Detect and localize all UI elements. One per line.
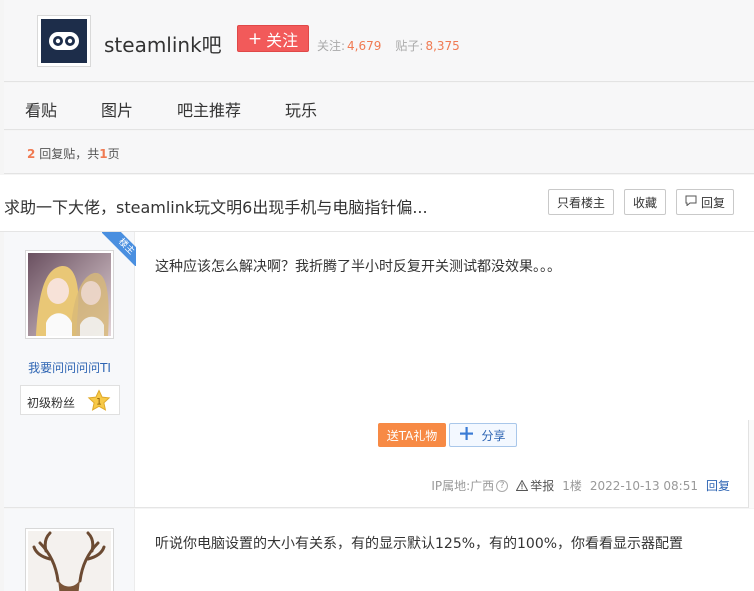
forum-logo[interactable] [37,15,91,67]
posts-count: 8,375 [425,39,460,53]
level-number: 1 [96,398,102,408]
post-author-panel [4,509,135,591]
report-link[interactable]: 举报 [516,477,554,494]
reply-count-bar: 2 回复贴，共1页 [4,131,754,174]
ip-location: IP属地:广西 [431,479,495,493]
share-plus-icon [460,427,474,443]
reply-button-label: 回复 [700,195,725,210]
op-badge: 楼主 [102,232,136,266]
help-icon[interactable]: ? [496,479,509,492]
avatar[interactable] [25,528,114,591]
posts-label: 贴子: [395,39,424,53]
post-meta: IP属地:广西? 举报 1楼 2022-10-13 08:51 回复 [431,477,730,494]
forum-stats: 关注: 4,679 贴子: 8,375 [317,37,460,54]
forum-nav: 看贴 图片 吧主推荐 玩乐 [4,83,754,130]
post-content: 这种应该怎么解决啊？我折腾了半小时反复开关测试都没效果。。。 [155,259,561,275]
thread-title-bar: 求助一下大佬，steamlink玩文明6出现手机与电脑指针偏... 只看楼主 收… [0,175,754,232]
plus-icon: + [247,28,263,49]
favorite-button[interactable]: 收藏 [624,189,666,215]
report-label: 举报 [530,479,555,493]
tab-recommended[interactable]: 吧主推荐 [177,97,241,121]
post-time: 2022-10-13 08:51 [589,478,698,493]
page-suffix: 页 [107,147,120,161]
tab-play[interactable]: 玩乐 [285,97,317,121]
forum-header: steamlink吧 + 关注 关注: 4,679 贴子: 8,375 [4,0,754,82]
follow-button[interactable]: + 关注 [237,25,309,52]
reply-count: 2 [27,147,36,161]
thread-title: 求助一下大佬，steamlink玩文明6出现手机与电脑指针偏... [4,198,428,217]
gamepad-icon [41,19,87,63]
followers-count: 4,679 [347,39,382,53]
scroll-edge [748,420,754,508]
comment-icon [685,195,697,209]
forum-name[interactable]: steamlink吧 [104,29,222,58]
follow-label: 关注 [266,30,299,50]
level-badge[interactable]: 初级粉丝 1 [20,385,120,415]
avatar[interactable] [25,250,114,339]
author-name[interactable]: 我要问问问问TI [4,359,135,376]
gift-button[interactable]: 送TA礼物 [378,423,446,447]
post-content: 听说你电脑设置的大小有关系，有的显示默认125%，有的100%，你看看显示器配置 [155,536,684,552]
reply-count-text: 回复贴，共 [39,147,100,161]
floor-number: 1楼 [562,479,582,493]
post-author-panel: 楼主 我要问问问问TI 初级粉丝 1 [4,232,136,507]
followers-label: 关注: [317,39,346,53]
op-badge-label: 楼主 [102,232,136,266]
level-star-icon: 1 [87,389,111,417]
share-button[interactable]: 分享 [449,423,517,447]
only-op-button[interactable]: 只看楼主 [548,189,614,215]
share-label: 分享 [481,428,506,443]
tab-images[interactable]: 图片 [101,97,133,121]
post-floor-2: 听说你电脑设置的大小有关系，有的显示默认125%，有的100%，你看看显示器配置 [4,509,754,591]
level-name: 初级粉丝 [27,396,76,410]
reply-button[interactable]: 回复 [676,189,734,215]
post-floor-1: 楼主 我要问问问问TI 初级粉丝 1 这种应该怎么解决啊？我折腾了半小时反复开关… [4,232,754,508]
tab-posts[interactable]: 看贴 [25,97,57,121]
post-reply-link[interactable]: 回复 [706,477,730,494]
warning-icon [516,480,529,491]
page-count: 1 [99,147,108,161]
